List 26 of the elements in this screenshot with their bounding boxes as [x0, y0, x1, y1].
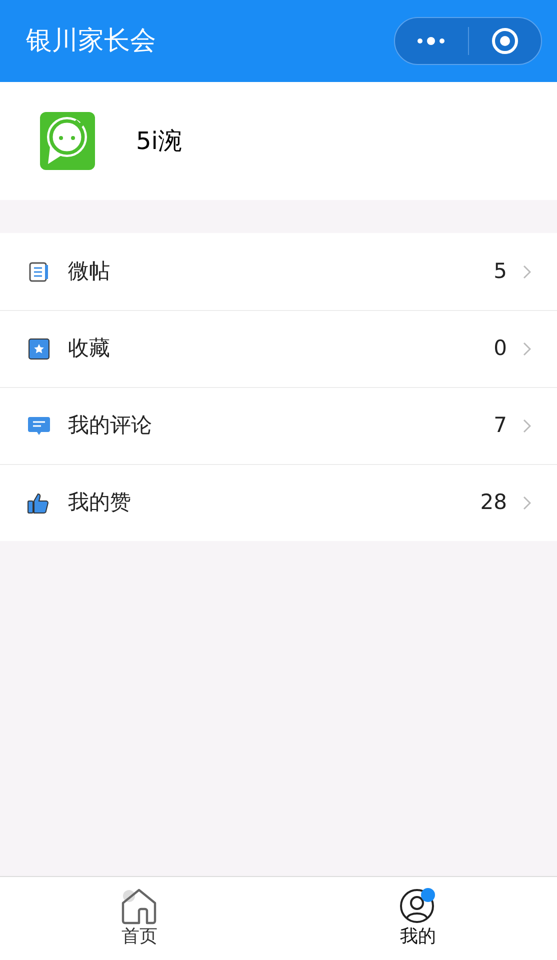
user-name: 5i涴 — [136, 126, 182, 157]
menu-item[interactable]: 收藏 0 — [0, 310, 557, 387]
comment-icon — [27, 415, 51, 437]
chevron-right-icon — [523, 342, 531, 356]
menu-label: 收藏 — [68, 335, 111, 362]
thumbs-up-icon — [27, 491, 51, 515]
count: 0 — [494, 335, 507, 362]
menu-label: 我的评论 — [68, 412, 153, 440]
notebook-icon — [28, 260, 50, 282]
menu-item[interactable]: 微帖 5 — [0, 233, 557, 310]
tab[interactable]: 首页 — [0, 877, 278, 960]
chevron-right-icon — [523, 264, 531, 278]
chevron-right-icon — [523, 496, 531, 510]
menu-label: 微帖 — [68, 258, 111, 285]
more-icon — [416, 36, 446, 46]
count: 7 — [494, 412, 507, 440]
count: 5 — [494, 258, 507, 285]
target-icon — [490, 27, 519, 55]
menu-item[interactable]: 我的赞 28 — [0, 464, 557, 541]
tab[interactable]: 我的 — [278, 877, 557, 960]
menu-label: 我的赞 — [68, 489, 132, 516]
menu-item[interactable]: 我的评论 7 — [0, 387, 557, 464]
avatar-icon — [40, 112, 95, 170]
chevron-right-icon — [523, 419, 531, 433]
count: 28 — [480, 489, 507, 516]
app-title: 银川家长会 — [26, 24, 156, 58]
